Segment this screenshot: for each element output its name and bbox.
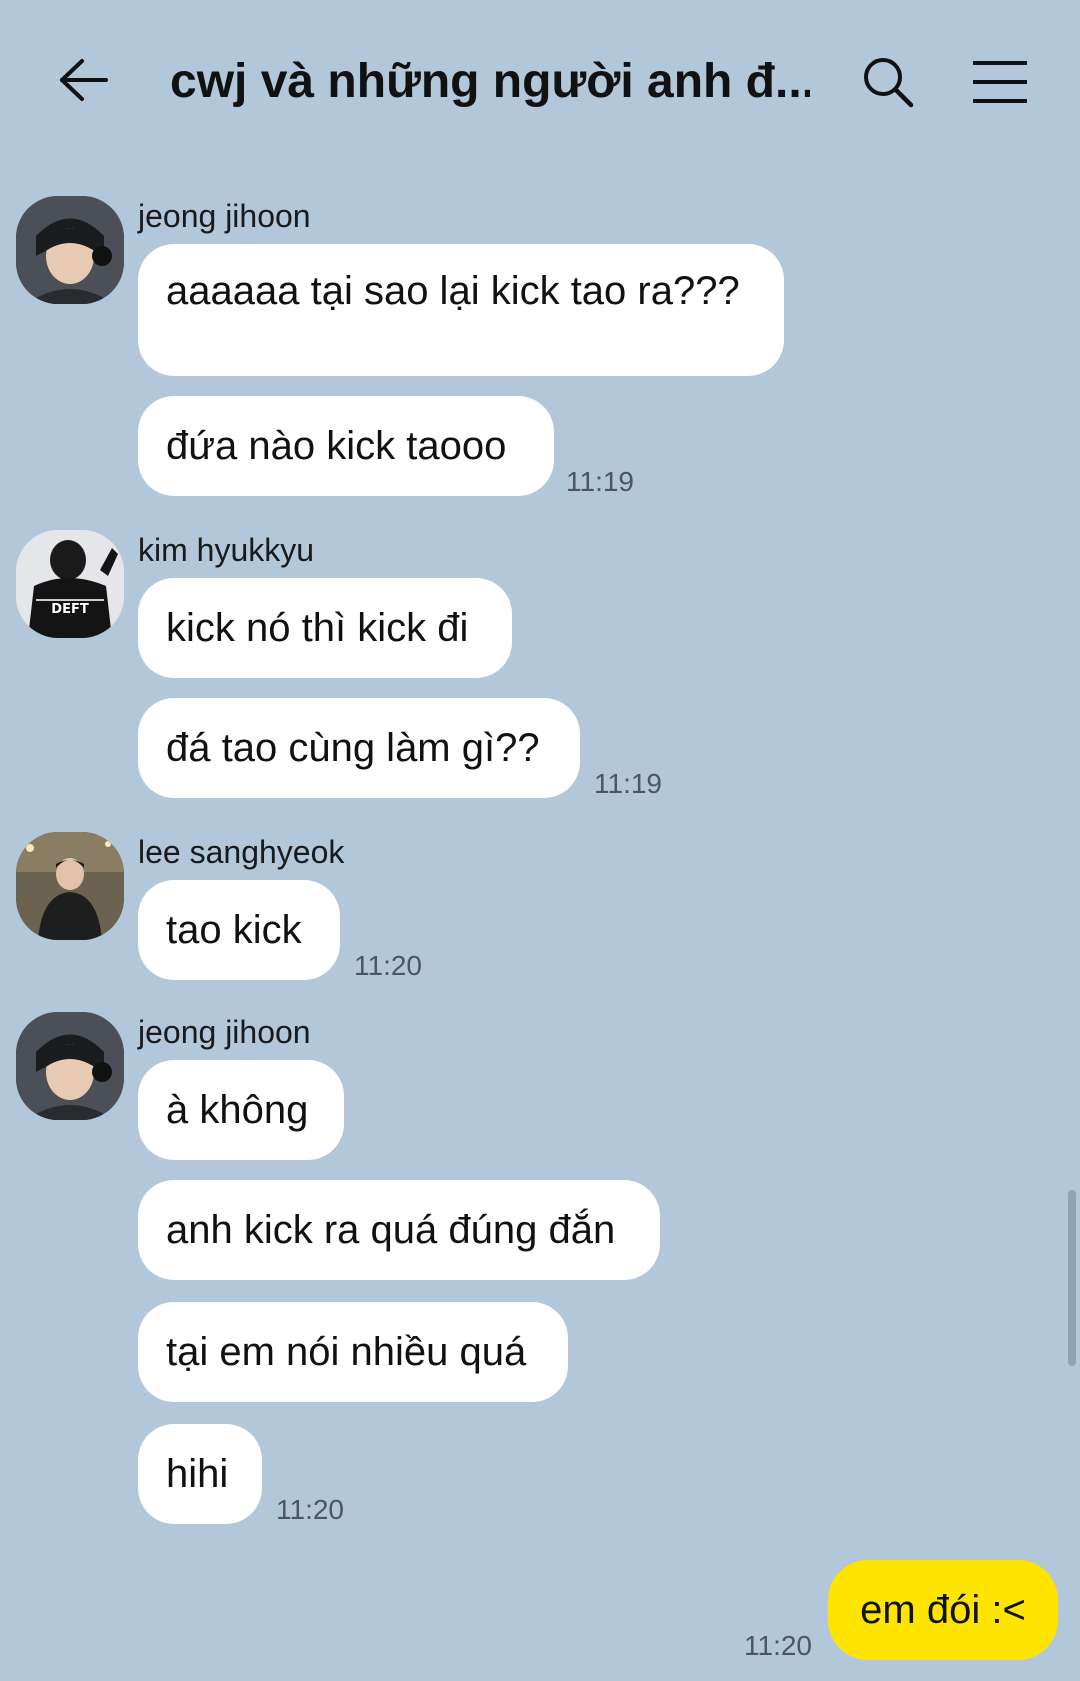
message-bubble[interactable]: kick nó thì kick đi bbox=[138, 578, 512, 678]
message-bubble[interactable]: tại em nói nhiều quá bbox=[138, 1302, 568, 1402]
avatar-lee-sanghyeok[interactable] bbox=[16, 832, 124, 940]
user-avatar-hyukkyu: DEFT bbox=[16, 530, 124, 638]
my-message-bubble[interactable]: em đói :< bbox=[828, 1560, 1058, 1660]
avatar-jeong-jihoon[interactable] bbox=[16, 1012, 124, 1120]
message-bubble[interactable]: tao kick bbox=[138, 880, 340, 980]
message-bubble[interactable]: anh kick ra quá đúng đắn bbox=[138, 1180, 660, 1280]
sender-name: jeong jihoon bbox=[138, 1014, 311, 1050]
chat-title: cwj và những người anh đ... bbox=[170, 55, 810, 108]
user-avatar-jihoon bbox=[16, 1012, 124, 1120]
search-button[interactable] bbox=[856, 50, 920, 114]
chat-header: cwj và những người anh đ... bbox=[0, 0, 1080, 160]
message-bubble[interactable]: đứa nào kick taooo bbox=[138, 396, 554, 496]
scrollbar[interactable] bbox=[1068, 1190, 1076, 1366]
avatar-jeong-jihoon[interactable] bbox=[16, 196, 124, 304]
search-icon bbox=[864, 58, 914, 108]
back-button[interactable] bbox=[50, 50, 116, 110]
sender-name: jeong jihoon bbox=[138, 198, 311, 234]
user-avatar-sanghyeok bbox=[16, 832, 124, 940]
message-bubble[interactable]: đá tao cùng làm gì?? bbox=[138, 698, 580, 798]
message-bubble[interactable]: aaaaaa tại sao lại kick tao ra??? bbox=[138, 244, 784, 376]
user-avatar-jihoon bbox=[16, 196, 124, 304]
my-message-time: 11:20 bbox=[744, 1630, 812, 1661]
message-bubble[interactable]: à không bbox=[138, 1060, 344, 1160]
message-bubble[interactable]: hihi bbox=[138, 1424, 262, 1524]
message-time: 11:20 bbox=[276, 1494, 344, 1525]
menu-button[interactable] bbox=[968, 50, 1032, 114]
message-time: 11:19 bbox=[566, 466, 634, 497]
hamburger-menu-icon bbox=[973, 61, 1027, 103]
arrow-left-icon bbox=[60, 59, 108, 101]
avatar-kim-hyukkyu[interactable]: DEFT bbox=[16, 530, 124, 638]
message-time: 11:19 bbox=[594, 768, 662, 799]
svg-text:DEFT: DEFT bbox=[51, 602, 89, 617]
message-time: 11:20 bbox=[354, 950, 422, 981]
sender-name: kim hyukkyu bbox=[138, 532, 315, 568]
sender-name: lee sanghyeok bbox=[138, 834, 345, 870]
